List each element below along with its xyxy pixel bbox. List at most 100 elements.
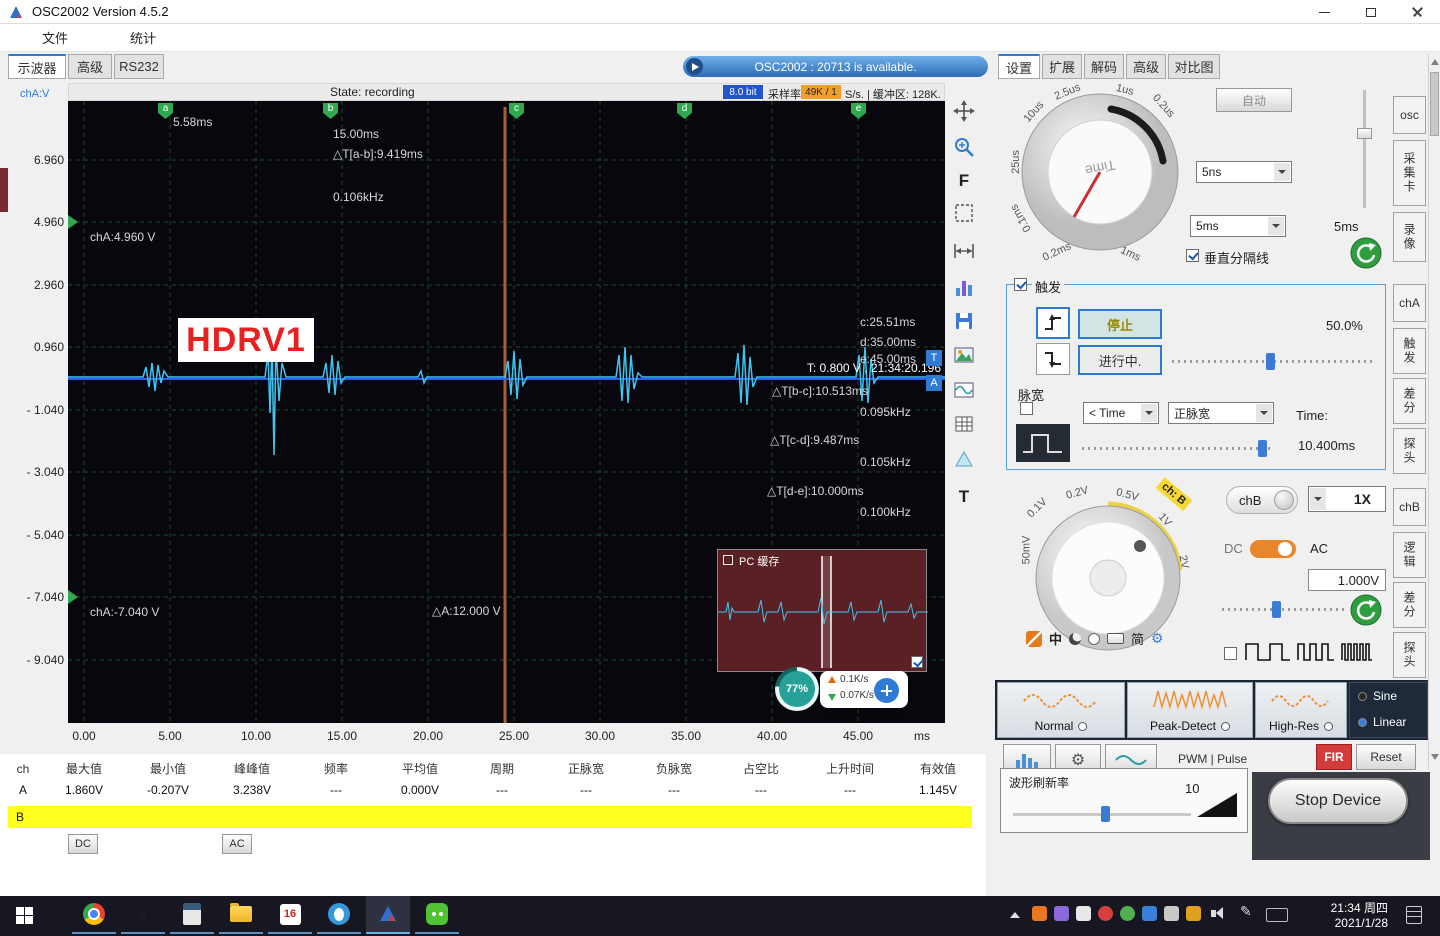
panel-tab-settings[interactable]: 设置: [998, 54, 1040, 79]
tray-expand-icon[interactable]: [1010, 912, 1020, 918]
timebase-dropdown-2[interactable]: 5ms: [1190, 215, 1286, 237]
measure-horizontal-icon[interactable]: [948, 236, 980, 266]
pulse-width-slider[interactable]: [1082, 447, 1274, 450]
coupling-toggle[interactable]: [1250, 540, 1296, 558]
scroll-up-icon[interactable]: [1431, 59, 1439, 65]
pan-tool-icon[interactable]: [948, 96, 980, 126]
scope-plot[interactable]: a b c d e 5.58ms 15.00ms △T[a-b]:9.419ms…: [68, 101, 945, 723]
strip-tab-logic[interactable]: 逻辑: [1393, 532, 1426, 578]
moon-icon[interactable]: [1069, 632, 1082, 645]
tray-icon-amber[interactable]: [1186, 906, 1201, 921]
pulse-condition-dropdown[interactable]: < Time: [1083, 402, 1159, 424]
taskbar-clock[interactable]: 21:34 周四 2021/1/28: [1312, 901, 1388, 931]
pwm-pulse-label[interactable]: PWM | Pulse: [1178, 752, 1247, 766]
update-notification[interactable]: OSC2002 : 20713 is available.: [683, 56, 988, 77]
menu-stats[interactable]: 统计: [118, 24, 169, 50]
refresh-rate-slider-thumb[interactable]: [1101, 806, 1110, 822]
dock-handle[interactable]: [0, 168, 8, 212]
scrollbar-thumb[interactable]: [1430, 72, 1439, 136]
trigger-level-marker[interactable]: T: [926, 350, 942, 366]
ime-bar[interactable]: 中 简 ⚙: [1026, 629, 1164, 648]
trigger-enable-checkbox[interactable]: [1014, 278, 1027, 291]
offset-input[interactable]: 1.000V: [1308, 569, 1386, 591]
select-region-icon[interactable]: [948, 198, 980, 228]
histogram-icon[interactable]: [948, 272, 980, 302]
taskbar-ie-icon[interactable]: e: [121, 896, 165, 934]
row-b-highlight[interactable]: B: [8, 806, 972, 828]
ime-simplified-indicator[interactable]: 简: [1131, 629, 1144, 648]
dc-button[interactable]: DC: [68, 834, 98, 854]
zoom-tool-icon[interactable]: [948, 132, 980, 162]
tray-icon-white[interactable]: [1076, 906, 1091, 921]
strip-tab-capture-card[interactable]: 采集卡: [1393, 140, 1426, 206]
timebase-dropdown-1[interactable]: 5ns: [1196, 161, 1292, 183]
chb-reset-button[interactable]: [1350, 594, 1382, 626]
time-reset-button[interactable]: [1350, 237, 1382, 269]
close-button[interactable]: [1394, 0, 1439, 24]
panel-tab-decode[interactable]: 解码: [1084, 54, 1124, 79]
tab-oscilloscope[interactable]: 示波器: [8, 54, 66, 79]
linear-radio[interactable]: [1358, 717, 1367, 727]
mode-interpolation[interactable]: Sine Linear: [1349, 682, 1428, 738]
chb-toggle-button[interactable]: chB: [1226, 486, 1298, 514]
high-res-radio[interactable]: [1324, 721, 1333, 731]
trigger-tool-label[interactable]: T: [948, 482, 980, 512]
trigger-stop-button[interactable]: 停止: [1078, 309, 1162, 339]
trigger-rising-edge-button[interactable]: [1036, 307, 1070, 339]
taskbar-calculator-icon[interactable]: [170, 896, 214, 934]
mode-normal[interactable]: Normal: [997, 682, 1125, 738]
tray-icon-purple[interactable]: [1054, 906, 1069, 921]
taskbar-qq-icon[interactable]: [317, 896, 361, 934]
strip-tab-probe-b[interactable]: 探头: [1393, 632, 1426, 678]
strip-tab-diff-b[interactable]: 差分: [1393, 582, 1426, 628]
stop-device-button[interactable]: Stop Device: [1268, 778, 1408, 824]
vertical-separator-checkbox[interactable]: [1186, 249, 1199, 262]
strip-tab-diff-a[interactable]: 差分: [1393, 378, 1426, 424]
time-vertical-slider[interactable]: [1363, 90, 1366, 208]
offset-slider[interactable]: [1222, 608, 1348, 611]
strip-tab-probe-a[interactable]: 探头: [1393, 428, 1426, 474]
tray-icon-grey[interactable]: [1164, 906, 1179, 921]
punctuation-icon[interactable]: [1088, 632, 1101, 645]
logic-wave-checkbox[interactable]: [1224, 647, 1237, 660]
tray-icon-blue[interactable]: [1142, 906, 1157, 921]
pulse-width-slider-thumb[interactable]: [1258, 440, 1267, 457]
pc-buffer-window[interactable]: PC 缓存: [717, 549, 928, 672]
pulse-width-checkbox[interactable]: [1020, 402, 1033, 415]
panel-scrollbar[interactable]: [1428, 54, 1440, 770]
strip-tab-record[interactable]: 录像: [1393, 212, 1426, 262]
mode-high-res[interactable]: High-Res: [1255, 682, 1347, 738]
add-button[interactable]: [874, 678, 899, 703]
panel-tab-advanced[interactable]: 高级: [1126, 54, 1166, 79]
reset-button[interactable]: Reset: [1356, 744, 1416, 770]
tray-pen-icon[interactable]: ✎: [1240, 903, 1252, 920]
probe-dropdown[interactable]: 1X: [1308, 486, 1386, 512]
scroll-down-icon[interactable]: [1431, 754, 1439, 760]
normal-radio[interactable]: [1078, 721, 1088, 731]
tray-icon-green[interactable]: [1120, 906, 1135, 921]
tray-speaker-icon[interactable]: [1208, 904, 1226, 922]
keyboard-icon[interactable]: [1107, 633, 1125, 644]
pc-buffer-confirm-checkbox[interactable]: [911, 656, 923, 668]
offset-slider-thumb[interactable]: [1272, 601, 1281, 618]
pulse-polarity-dropdown[interactable]: 正脉宽: [1168, 402, 1274, 424]
gear-icon[interactable]: ⚙: [1151, 630, 1164, 647]
strip-tab-cha[interactable]: chA: [1393, 284, 1426, 322]
tray-keyboard-icon[interactable]: [1266, 908, 1288, 922]
trigger-falling-edge-button[interactable]: [1036, 343, 1070, 375]
ac-button[interactable]: AC: [222, 834, 252, 854]
menu-file[interactable]: 文件: [30, 24, 81, 50]
tab-advanced[interactable]: 高级: [68, 54, 112, 79]
time-vertical-slider-thumb[interactable]: [1357, 128, 1372, 139]
ac-label[interactable]: AC: [1310, 541, 1328, 556]
peak-detect-radio[interactable]: [1221, 721, 1231, 731]
screenshot-icon[interactable]: [948, 340, 980, 370]
table-view-icon[interactable]: [948, 409, 980, 439]
minimize-button[interactable]: [1302, 0, 1347, 24]
fir-button[interactable]: FIR: [1316, 744, 1352, 770]
channel-position-arrow[interactable]: [68, 215, 78, 229]
channel-position-arrow[interactable]: [68, 590, 78, 604]
sine-radio[interactable]: [1358, 691, 1367, 701]
auto-button[interactable]: 自动: [1216, 88, 1292, 112]
ime-lang-indicator[interactable]: 中: [1049, 629, 1062, 648]
